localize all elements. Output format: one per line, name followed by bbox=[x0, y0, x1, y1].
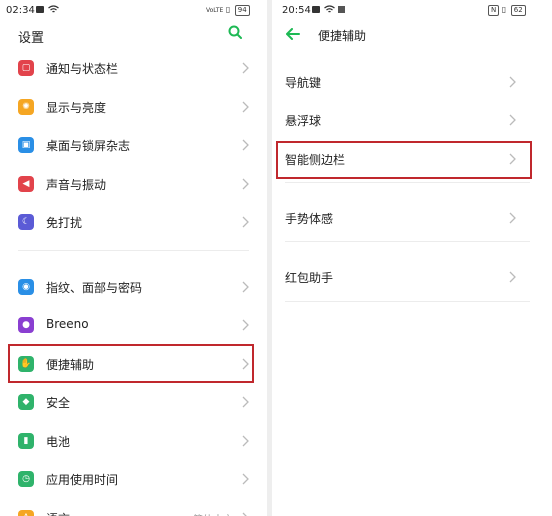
settings-row-label: 声音与振动 bbox=[46, 177, 107, 192]
app-usage-icon: ◷ bbox=[18, 471, 34, 487]
highlight-box bbox=[276, 141, 532, 179]
chevron-right-icon bbox=[242, 473, 249, 485]
battery-indicator: 62 bbox=[510, 5, 526, 16]
vibrate-icon: ▯ bbox=[225, 5, 231, 14]
message-icon bbox=[36, 6, 44, 13]
settings-row[interactable]: A 语言 简体中文 bbox=[0, 499, 267, 516]
assist-row[interactable]: 手势体感 bbox=[272, 198, 552, 238]
wifi-icon bbox=[48, 5, 59, 13]
wifi-icon bbox=[324, 5, 335, 13]
settings-row-label: 免打扰 bbox=[46, 216, 83, 230]
settings-row-label: 语言 bbox=[46, 510, 70, 516]
settings-row[interactable]: ▢ 通知与状态栏 bbox=[0, 49, 267, 87]
assist-row[interactable]: 导航键 bbox=[272, 62, 552, 102]
settings-row[interactable]: ◀ 声音与振动 bbox=[0, 165, 267, 203]
vibrate-icon: ▯ bbox=[501, 5, 507, 14]
status-right: N ▯ 62 bbox=[486, 5, 526, 16]
assist-screen: 20:54 N ▯ 62 便捷辅助 导航键 悬浮球 智能侧边栏 手势体感 红包助手 bbox=[272, 0, 552, 516]
settings-row[interactable]: ◆ 安全 bbox=[0, 383, 267, 421]
settings-row-label: 桌面与锁屏杂志 bbox=[46, 139, 131, 153]
group-divider bbox=[285, 301, 530, 302]
settings-row-label: Breeno bbox=[46, 317, 89, 331]
assist-row[interactable]: 悬浮球 bbox=[272, 100, 552, 140]
chevron-right-icon bbox=[242, 139, 249, 151]
assist-row-label: 手势体感 bbox=[285, 212, 334, 226]
assist-row-label: 悬浮球 bbox=[285, 114, 322, 128]
settings-row[interactable]: ● Breeno bbox=[0, 306, 267, 344]
fingerprint-icon: ◉ bbox=[18, 278, 34, 295]
settings-row-label: 通知与状态栏 bbox=[46, 62, 119, 76]
shield-icon: ◆ bbox=[18, 394, 34, 410]
status-right: VoLTE ▯ 94 bbox=[206, 5, 250, 16]
chevron-right-icon bbox=[242, 512, 248, 516]
chevron-right-icon bbox=[242, 216, 249, 228]
settings-row-label: 安全 bbox=[46, 396, 71, 410]
nfc-icon: N bbox=[488, 5, 500, 16]
chevron-right-icon bbox=[509, 76, 516, 88]
status-time: 02:34 bbox=[6, 5, 35, 16]
breeno-icon: ● bbox=[18, 317, 34, 333]
settings-row[interactable]: ◉ 指纹、面部与密码 bbox=[0, 268, 267, 306]
battery-indicator: 94 bbox=[234, 5, 250, 16]
group-divider bbox=[285, 182, 530, 183]
settings-row-value: 简体中文 bbox=[193, 511, 233, 516]
assist-row[interactable]: 红包助手 bbox=[272, 257, 552, 297]
brightness-icon: ✺ bbox=[18, 98, 34, 115]
settings-row-label: 应用使用时间 bbox=[46, 473, 119, 487]
chevron-right-icon bbox=[509, 271, 516, 283]
chevron-right-icon bbox=[509, 212, 516, 224]
settings-row-label: 指纹、面部与密码 bbox=[46, 280, 143, 295]
chevron-right-icon bbox=[242, 281, 249, 292]
status-bar: 02:34 VoLTE ▯ 94 bbox=[0, 0, 267, 22]
signal-icon bbox=[338, 6, 345, 13]
search-icon[interactable] bbox=[228, 25, 242, 39]
volte-icon: VoLTE bbox=[206, 7, 224, 14]
chevron-right-icon bbox=[242, 62, 249, 74]
status-time: 20:54 bbox=[282, 5, 311, 16]
chevron-right-icon bbox=[242, 178, 249, 189]
chevron-right-icon bbox=[242, 435, 249, 446]
battery-icon: ▮ bbox=[18, 432, 34, 449]
settings-row[interactable]: ◷ 应用使用时间 bbox=[0, 460, 267, 498]
wallpaper-icon: ▣ bbox=[18, 137, 34, 153]
settings-row-label: 电池 bbox=[46, 434, 71, 449]
assist-row-label: 红包助手 bbox=[285, 271, 334, 285]
notification-icon: ▢ bbox=[18, 60, 34, 76]
settings-row[interactable]: ▮ 电池 bbox=[0, 422, 267, 460]
language-icon: A bbox=[18, 509, 34, 516]
settings-screen: 02:34 VoLTE ▯ 94 设置 ▢ 通知与状态栏 ✺ 显示与亮度 ▣ 桌面与锁屏杂… bbox=[0, 0, 267, 516]
assist-row-label: 导航键 bbox=[285, 76, 322, 90]
highlight-box bbox=[8, 343, 254, 383]
moon-icon: ☾ bbox=[18, 214, 34, 230]
page-title: 便捷辅助 bbox=[318, 29, 367, 43]
settings-row[interactable]: ✺ 显示与亮度 bbox=[0, 88, 267, 126]
group-divider bbox=[18, 249, 249, 251]
status-bar: 20:54 N ▯ 62 bbox=[272, 0, 552, 22]
group-divider bbox=[285, 241, 530, 242]
chevron-right-icon bbox=[242, 101, 249, 112]
chevron-right-icon bbox=[509, 114, 516, 126]
settings-row-label: 显示与亮度 bbox=[46, 100, 107, 115]
sound-icon: ◀ bbox=[18, 175, 34, 192]
settings-row[interactable]: ☾ 免打扰 bbox=[0, 203, 267, 241]
settings-row[interactable]: ▣ 桌面与锁屏杂志 bbox=[0, 126, 267, 164]
chevron-right-icon bbox=[242, 319, 249, 331]
page-title: 设置 bbox=[18, 31, 45, 46]
message-icon bbox=[312, 6, 320, 13]
chevron-right-icon bbox=[242, 396, 249, 408]
back-arrow-icon[interactable] bbox=[286, 28, 300, 40]
